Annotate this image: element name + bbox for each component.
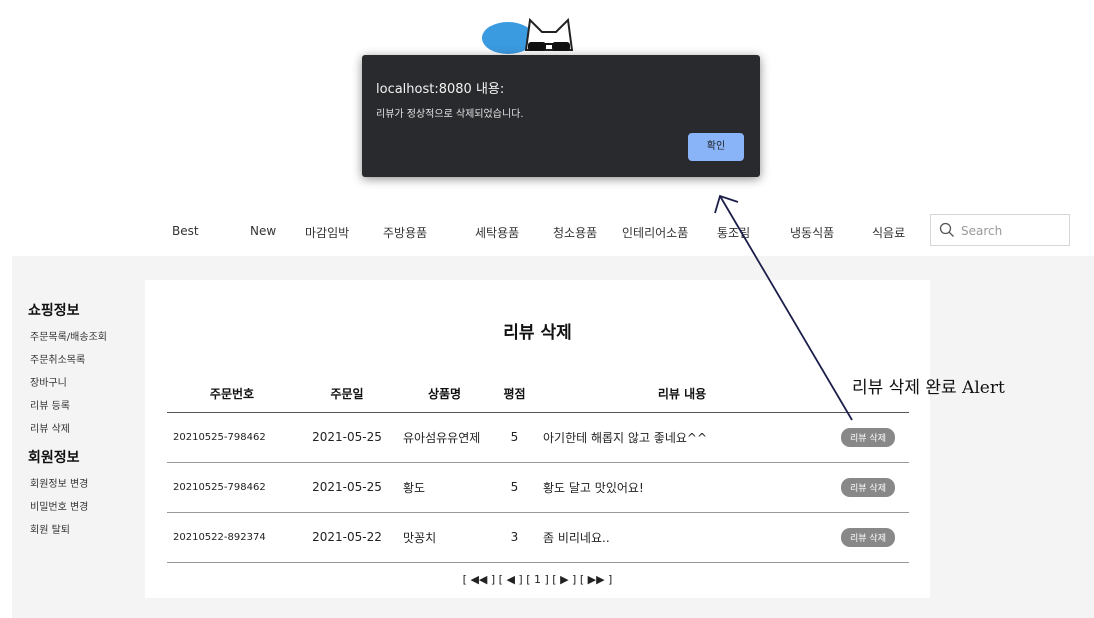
pagination-first[interactable]: [ ◀◀ ]	[463, 573, 496, 586]
annotation-arrow	[714, 194, 853, 421]
sidebar-item-withdraw[interactable]: 회원 탈퇴	[28, 519, 148, 542]
delete-review-button[interactable]: 리뷰 삭제	[841, 527, 895, 547]
search-input[interactable]	[961, 221, 1061, 241]
cell-content: 좀 비리네요..	[537, 512, 827, 563]
sidebar-heading-shopping: 쇼핑정보	[28, 303, 80, 319]
col-header-date: 주문일	[297, 376, 397, 413]
cell-order-no: 20210525-798462	[167, 462, 297, 513]
search-icon	[939, 222, 954, 237]
sidebar-item-orders[interactable]: 주문목록/배송조회	[28, 326, 148, 349]
pagination-current[interactable]: [ 1 ]	[526, 573, 549, 586]
sidebar-item-change-password[interactable]: 비밀번호 변경	[28, 496, 148, 519]
sidebar-group-shopping: 쇼핑정보 주문목록/배송조회 주문취소목록 장바구니 리뷰 등록 리뷰 삭제	[28, 300, 148, 441]
cell-content: 황도 달고 맛있어요!	[537, 462, 827, 513]
pagination-next[interactable]: [ ▶ ]	[552, 573, 576, 586]
sidebar-item-cart[interactable]: 장바구니	[28, 372, 148, 395]
table-row: 20210525-798462 2021-05-25 황도 5 황도 달고 맛있…	[167, 462, 909, 513]
cell-order-no: 20210522-892374	[167, 512, 297, 563]
col-header-order-no: 주문번호	[167, 376, 297, 413]
cell-date: 2021-05-25	[297, 412, 397, 463]
site-logo[interactable]	[480, 10, 590, 60]
pagination: [ ◀◀ ] [ ◀ ] [ 1 ] [ ▶ ] [ ▶▶ ]	[145, 573, 930, 586]
sidebar-group-member: 회원정보 회원정보 변경 비밀번호 변경 회원 탈퇴	[28, 447, 148, 542]
sidebar-item-review-register[interactable]: 리뷰 등록	[28, 395, 148, 418]
pagination-last[interactable]: [ ▶▶ ]	[580, 573, 613, 586]
cell-product: 유아섬유유연제	[397, 412, 492, 463]
cell-date: 2021-05-25	[297, 462, 397, 513]
cell-rating: 5	[492, 412, 537, 463]
cell-date: 2021-05-22	[297, 512, 397, 563]
col-header-rating: 평점	[492, 376, 537, 413]
annotation-label: 리뷰 삭제 완료 Alert	[852, 378, 1005, 398]
nav-item-kitchen[interactable]: 주방용품	[383, 224, 427, 241]
search-box[interactable]	[930, 214, 1070, 246]
delete-review-button[interactable]: 리뷰 삭제	[841, 477, 895, 497]
nav-item-interior[interactable]: 인테리어소품	[622, 224, 688, 241]
cell-action: 리뷰 삭제	[827, 462, 909, 513]
sidebar-heading-member: 회원정보	[28, 450, 80, 466]
sidebar: 쇼핑정보 주문목록/배송조회 주문취소목록 장바구니 리뷰 등록 리뷰 삭제 회…	[28, 300, 148, 542]
nav-item-cleaning[interactable]: 청소용품	[553, 224, 597, 241]
cell-product: 맛꽁치	[397, 512, 492, 563]
alert-message: 리뷰가 정상적으로 삭제되었습니다.	[376, 109, 524, 120]
nav-item-deadline[interactable]: 마감임박	[305, 224, 349, 241]
cell-order-no: 20210525-798462	[167, 412, 297, 463]
sidebar-item-edit-profile[interactable]: 회원정보 변경	[28, 473, 148, 496]
alert-ok-button[interactable]: 확인	[688, 133, 744, 161]
nav-item-laundry[interactable]: 세탁용품	[475, 224, 519, 241]
cell-rating: 5	[492, 462, 537, 513]
sidebar-item-cancellations[interactable]: 주문취소목록	[28, 349, 148, 372]
col-header-product: 상품명	[397, 376, 492, 413]
pagination-prev[interactable]: [ ◀ ]	[499, 573, 523, 586]
nav-item-new[interactable]: New	[250, 224, 276, 238]
table-row: 20210522-892374 2021-05-22 맛꽁치 3 좀 비리네요.…	[167, 512, 909, 563]
nav-item-best[interactable]: Best	[172, 224, 199, 238]
sidebar-item-review-delete[interactable]: 리뷰 삭제	[28, 418, 148, 441]
alert-dialog: localhost:8080 내용: 리뷰가 정상적으로 삭제되었습니다. 확인	[362, 55, 760, 177]
main-nav: Best New 마감임박 주방용품 세탁용품 청소용품 인테리어소품 통조림 …	[160, 214, 1080, 250]
cell-rating: 3	[492, 512, 537, 563]
cell-product: 황도	[397, 462, 492, 513]
cell-action: 리뷰 삭제	[827, 512, 909, 563]
alert-title: localhost:8080 내용:	[376, 82, 505, 97]
